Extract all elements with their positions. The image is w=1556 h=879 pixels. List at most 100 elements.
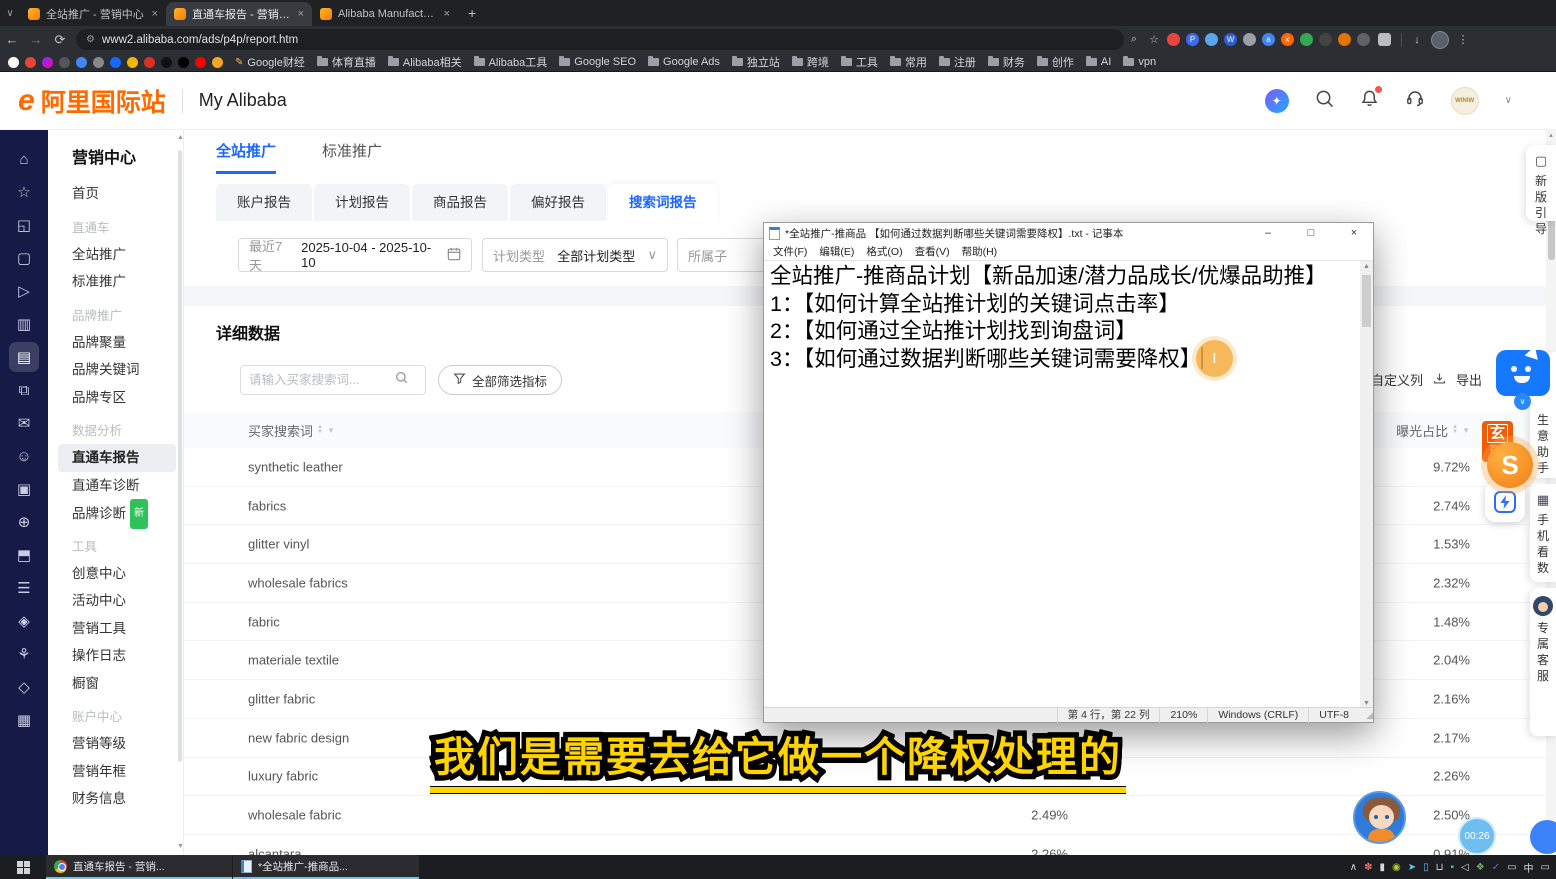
bookmark-favicon-6[interactable] bbox=[93, 57, 104, 68]
search-term-inputbox[interactable] bbox=[240, 365, 426, 395]
rail-data-icon[interactable]: ☰ bbox=[9, 573, 39, 603]
bookmark-folder[interactable]: 创作 bbox=[1037, 54, 1074, 70]
bookmark-folder[interactable]: 注册 bbox=[939, 54, 976, 70]
notepad-scrollbar[interactable]: ▲ ▼ bbox=[1360, 261, 1373, 708]
extension-icon-5[interactable] bbox=[1243, 33, 1256, 46]
customer-support-headset-icon[interactable] bbox=[1405, 88, 1425, 113]
extension-icon-2[interactable]: P bbox=[1186, 33, 1199, 46]
extension-icon-10[interactable] bbox=[1338, 33, 1351, 46]
column-filter-icon[interactable]: ▼ bbox=[1462, 426, 1470, 435]
tray-chevron-up-icon[interactable]: ∧ bbox=[1350, 862, 1357, 873]
maximize-button[interactable]: □ bbox=[1292, 223, 1330, 243]
extensions-puzzle-icon[interactable] bbox=[1378, 33, 1391, 46]
extension-icon-9[interactable] bbox=[1319, 33, 1332, 46]
bookmark-favicon-7[interactable] bbox=[110, 57, 121, 68]
tray-network-icon[interactable]: ▭ bbox=[1507, 862, 1516, 873]
plan-type-select[interactable]: 计划类型 全部计划类型 ∨ bbox=[482, 238, 668, 272]
tray-defender-icon[interactable]: ❖ bbox=[1476, 862, 1485, 873]
notepad-titlebar[interactable]: *全站推广-推商品 【如何通过数据判断哪些关键词需要降权】.txt - 记事本 … bbox=[764, 223, 1373, 243]
column-exposure[interactable]: 曝光占比 ▲▼ ▼ bbox=[1396, 421, 1470, 440]
rail-bag-icon[interactable]: ⬒ bbox=[9, 540, 39, 570]
bookmark-favicon-9[interactable] bbox=[144, 57, 155, 68]
address-bar[interactable]: ⚙ www2.alibaba.com/ads/p4p/report.htm bbox=[76, 29, 1124, 50]
sidebar-item-quanzhan[interactable]: 全站推广 bbox=[72, 241, 183, 269]
bookmark-folder[interactable]: 常用 bbox=[890, 54, 927, 70]
tab-search-chevron-icon[interactable]: ∨ bbox=[0, 8, 20, 19]
resize-grip-icon[interactable]: ◢ bbox=[1359, 710, 1373, 721]
rail-growth-icon[interactable]: ⚘ bbox=[9, 639, 39, 669]
sidebar-item-brand-zone[interactable]: 品牌专区 bbox=[72, 384, 183, 412]
bookmark-folder[interactable]: AI bbox=[1086, 56, 1111, 68]
close-tab-icon[interactable]: × bbox=[298, 8, 304, 20]
scroll-up-icon[interactable]: ▲ bbox=[1360, 263, 1373, 270]
customize-columns-button[interactable]: 自定义列 bbox=[1371, 370, 1423, 389]
tray-mic-icon[interactable]: ▮ bbox=[1380, 862, 1386, 873]
browser-tab-3[interactable]: Alibaba Manufacturer Direct × bbox=[312, 2, 458, 26]
rail-home-icon[interactable]: ⌂ bbox=[9, 144, 39, 174]
notepad-text-area[interactable]: 全站推广-推商品计划【新品加速/潜力品成长/优爆品助推】 1：【如何计算全站推计… bbox=[764, 260, 1373, 708]
sidebar-item-creative-center[interactable]: 创意中心 bbox=[72, 560, 183, 588]
menu-help[interactable]: 帮助(H) bbox=[957, 244, 1003, 259]
bookmark-favicon-2[interactable] bbox=[25, 57, 36, 68]
scroll-up-icon[interactable]: ▲ bbox=[1546, 133, 1556, 139]
export-button[interactable]: 导出 bbox=[1456, 370, 1482, 389]
bookmark-favicon-10[interactable] bbox=[161, 57, 172, 68]
tray-shield-check-icon[interactable]: ✓ bbox=[1492, 862, 1500, 873]
column-filter-icon[interactable]: ▼ bbox=[327, 426, 335, 435]
lightning-widget[interactable] bbox=[1485, 482, 1525, 522]
bookmark-star-icon[interactable]: ☆ bbox=[1144, 33, 1164, 46]
menu-scroll-up-icon[interactable]: ▲ bbox=[177, 134, 184, 141]
bookmark-folder[interactable]: 工具 bbox=[841, 54, 878, 70]
tray-telegram-icon[interactable]: ➤ bbox=[1408, 862, 1416, 873]
extension-icon-8[interactable] bbox=[1300, 33, 1313, 46]
assistant-expand-icon[interactable]: ∨ bbox=[1514, 393, 1531, 410]
menu-view[interactable]: 查看(V) bbox=[910, 244, 955, 259]
close-tab-icon[interactable]: × bbox=[152, 8, 158, 20]
menu-format[interactable]: 格式(O) bbox=[861, 244, 907, 259]
sort-icons[interactable]: ▲▼ bbox=[317, 425, 323, 435]
profile-avatar[interactable] bbox=[1431, 31, 1449, 49]
sidebar-item-biaozhun[interactable]: 标准推广 bbox=[72, 268, 183, 296]
rail-products-icon[interactable]: ▢ bbox=[9, 243, 39, 273]
notepad-window[interactable]: *全站推广-推商品 【如何通过数据判断哪些关键词需要降权】.txt - 记事本 … bbox=[763, 222, 1374, 723]
sidebar-item-marketing-level[interactable]: 营销等级 bbox=[72, 730, 183, 758]
rail-toolbox-icon[interactable]: ▦ bbox=[9, 705, 39, 735]
menu-scrollbar-thumb[interactable] bbox=[178, 150, 182, 762]
menu-edit[interactable]: 编辑(E) bbox=[814, 244, 859, 259]
sidebar-item-marketing-tools[interactable]: 营销工具 bbox=[72, 615, 183, 643]
tab-preference-report[interactable]: 偏好报告 bbox=[510, 184, 606, 221]
sidebar-item-finance-info[interactable]: 财务信息 bbox=[72, 785, 183, 813]
sidebar-item-p4p-diagnosis[interactable]: 直通车诊断 bbox=[72, 472, 183, 500]
tray-torrent-icon[interactable]: ◉ bbox=[1392, 862, 1401, 873]
action-center-icon[interactable]: ▭ bbox=[1541, 862, 1550, 873]
rail-video-icon[interactable]: ▷ bbox=[9, 276, 39, 306]
scroll-down-icon[interactable]: ▼ bbox=[1360, 700, 1373, 707]
sidebar-item-p4p-report-active[interactable]: 直通车报告 bbox=[58, 444, 176, 472]
forward-icon[interactable]: → bbox=[24, 32, 48, 47]
bookmark-favicon-5[interactable] bbox=[76, 57, 87, 68]
bookmark-favicon-11[interactable] bbox=[178, 57, 189, 68]
tray-usb-icon[interactable]: ⊔ bbox=[1436, 862, 1444, 873]
tab-biaozhun[interactable]: 标准推广 bbox=[322, 140, 382, 174]
reload-icon[interactable]: ⟳ bbox=[48, 32, 72, 48]
tab-account-report[interactable]: 账户报告 bbox=[216, 184, 312, 221]
table-row[interactable]: alcantara2.26%0.91% bbox=[184, 835, 1546, 855]
extension-icon-7[interactable]: x bbox=[1281, 33, 1294, 46]
downloads-icon[interactable]: ↓ bbox=[1407, 34, 1427, 46]
bookmark-folder[interactable]: Alibaba工具 bbox=[474, 54, 548, 70]
bookmark-favicon-8[interactable] bbox=[127, 57, 138, 68]
tray-app-icon[interactable]: ✽ bbox=[1364, 862, 1372, 873]
browser-tab-2-active[interactable]: 直通车报告 - 营销中心 × bbox=[166, 2, 312, 26]
bookmark-folder[interactable]: 跨境 bbox=[792, 54, 829, 70]
tray-volume-icon[interactable]: ◁ bbox=[1461, 862, 1469, 873]
rail-favorites-icon[interactable]: ☆ bbox=[9, 177, 39, 207]
user-avatar[interactable]: WINIW bbox=[1451, 87, 1479, 115]
rail-customers-icon[interactable]: ☺ bbox=[9, 441, 39, 471]
sort-icons[interactable]: ▲▼ bbox=[1452, 425, 1458, 435]
tab-quanzhan-active[interactable]: 全站推广 bbox=[216, 140, 276, 174]
extension-icon-4[interactable]: W bbox=[1224, 33, 1237, 46]
edge-floating-button[interactable] bbox=[1530, 820, 1556, 854]
bookmark-folder[interactable]: Google Ads bbox=[648, 56, 720, 68]
menu-scroll-down-icon[interactable]: ▼ bbox=[177, 843, 184, 850]
menu-file[interactable]: 文件(F) bbox=[768, 244, 812, 259]
